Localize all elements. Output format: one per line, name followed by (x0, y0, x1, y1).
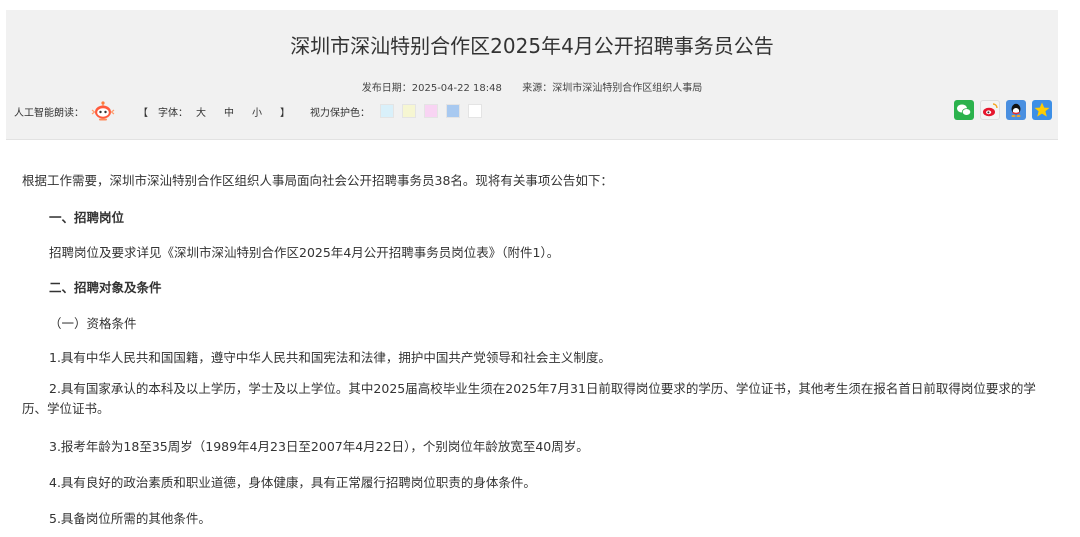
eye-color-swatch-4[interactable] (446, 104, 460, 118)
condition-item-5: 5.具备岗位所需的其他条件。 (49, 511, 211, 526)
qzone-icon[interactable] (1032, 100, 1052, 120)
publish-date: 2025-04-22 18:48 (411, 83, 502, 94)
condition-item-2: 2.具有国家承认的本科及以上学历，学士及以上学位。其中2025届高校毕业生须在2… (22, 381, 1036, 416)
eye-protect-label: 视力保护色： (310, 107, 370, 119)
font-small-button[interactable]: 小 (252, 104, 262, 119)
section1-title: 一、招聘岗位 (49, 210, 125, 225)
eye-color-swatch-3[interactable] (424, 104, 438, 118)
condition-item-4: 4.具有良好的政治素质和职业道德，身体健康，具有正常履行招聘岗位职责的身体条件。 (49, 475, 536, 490)
publish-date-label: 发布日期： (361, 83, 412, 94)
reading-tools: 人工智能朗读： 【 字体： 大 中 小 】 视力保护色： (14, 100, 490, 122)
font-size-control: 【 字体： 大 中 小 】 (138, 104, 298, 119)
qq-icon[interactable] (1006, 100, 1026, 120)
intro-paragraph: 根据工作需要，深圳市深汕特别合作区组织人事局面向社会公开招聘事务员38名。现将有… (22, 173, 613, 188)
eye-color-swatch-5[interactable] (468, 104, 482, 118)
eye-color-swatch-1[interactable] (380, 104, 394, 118)
font-large-button[interactable]: 大 (196, 104, 206, 119)
font-medium-button[interactable]: 中 (224, 104, 234, 119)
section2-title: 二、招聘对象及条件 (49, 280, 162, 295)
page-title: 深圳市深汕特别合作区2025年4月公开招聘事务员公告 (290, 34, 774, 58)
source-label: 来源： (522, 83, 553, 94)
font-label: 字体： (158, 107, 188, 119)
condition-item-3: 3.报考年龄为18至35周岁（1989年4月23日至2007年4月22日），个别… (49, 439, 589, 454)
eye-protect-swatches (380, 104, 490, 118)
ai-read-label: 人工智能朗读： (14, 107, 84, 119)
condition-item-1: 1.具有中华人民共和国国籍，遵守中华人民共和国宪法和法律，拥护中国共产党领导和社… (49, 350, 611, 365)
font-bracket-close: 】 (280, 107, 290, 119)
article-meta: 发布日期：2025-04-22 18:48 来源：深圳市深汕特别合作区组织人事局 (6, 79, 1058, 94)
font-bracket-open: 【 (138, 107, 148, 119)
wechat-icon[interactable] (954, 100, 974, 120)
weibo-icon[interactable] (980, 100, 1000, 120)
eye-color-swatch-2[interactable] (402, 104, 416, 118)
section1-text: 招聘岗位及要求详见《深圳市深汕特别合作区2025年4月公开招聘事务员岗位表》（附… (49, 245, 560, 260)
article-header: 深圳市深汕特别合作区2025年4月公开招聘事务员公告 发布日期：2025-04-… (6, 10, 1058, 140)
share-bar (948, 100, 1052, 120)
sub1-title: （一）资格条件 (49, 316, 137, 331)
source-value: 深圳市深汕特别合作区组织人事局 (552, 83, 703, 94)
ai-read-robot-icon[interactable] (90, 100, 116, 122)
